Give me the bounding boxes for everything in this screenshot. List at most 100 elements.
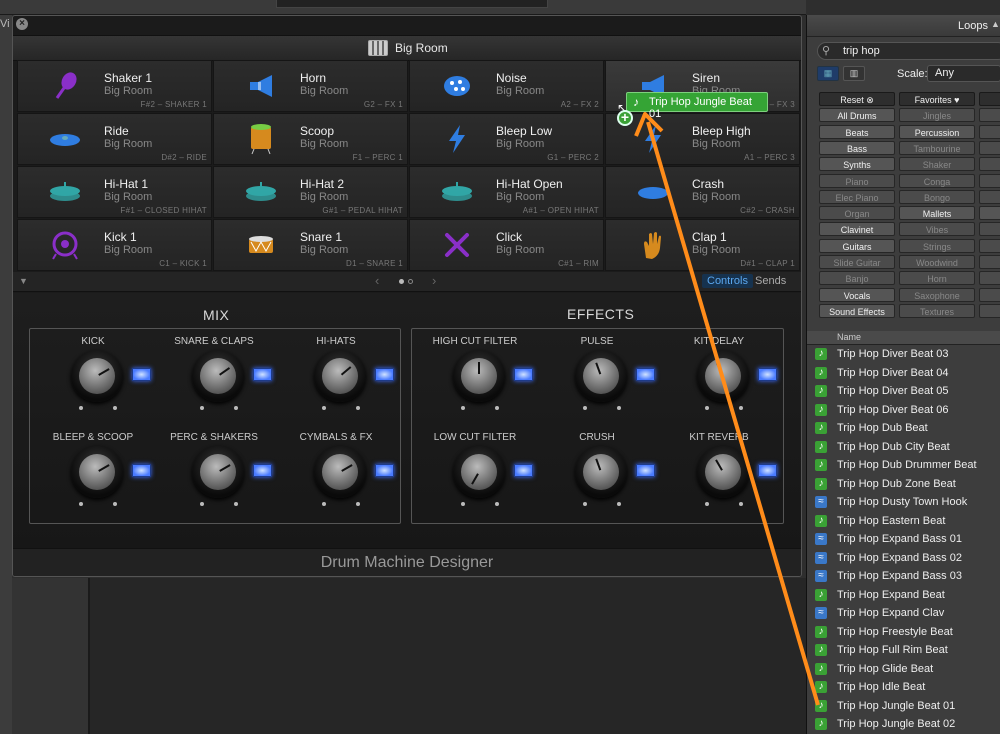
on-off-button[interactable] <box>758 368 777 381</box>
keyword-button[interactable]: Slide Guitar <box>819 255 895 269</box>
on-off-button[interactable] <box>132 464 151 477</box>
knob-body[interactable] <box>453 446 505 498</box>
knob-kick[interactable]: KICK <box>33 336 153 426</box>
loop-list-item[interactable]: ♪ Trip Hop Glide Beat <box>807 660 1000 678</box>
keyword-button[interactable]: Vocals <box>819 287 895 302</box>
keyword-button[interactable] <box>979 157 1000 172</box>
tab-controls[interactable]: Controls <box>702 274 753 288</box>
keyword-button[interactable]: A <box>979 206 1000 221</box>
loop-list-item[interactable]: ♪ Trip Hop Diver Beat 04 <box>807 364 1000 382</box>
loop-list-item[interactable]: ♪ Trip Hop Jungle Beat 01 <box>807 697 1000 715</box>
knob-body[interactable] <box>697 350 749 402</box>
keyword-button[interactable]: Elec Piano <box>819 189 895 204</box>
keyword-button[interactable] <box>979 173 1000 188</box>
keyword-button[interactable]: Re <box>979 92 1000 106</box>
keyword-button[interactable]: Beats <box>819 124 895 139</box>
keyword-button[interactable] <box>979 189 1000 204</box>
drum-pad-crash[interactable]: Crash Big Room C#2 – CRASH <box>605 166 800 218</box>
knob-pulse[interactable]: PULSE <box>537 336 657 426</box>
search-input-value[interactable]: trip hop <box>843 45 880 57</box>
collapse-triangle-icon[interactable]: ▼ <box>19 276 28 286</box>
knob-body[interactable] <box>314 446 366 498</box>
keyword-button[interactable]: Strings <box>899 238 975 253</box>
keyword-button[interactable]: Guitars <box>819 238 895 253</box>
keyword-button[interactable] <box>979 255 1000 269</box>
knob-perc-shakers[interactable]: PERC & SHAKERS <box>154 432 274 522</box>
loop-list-item[interactable]: ♪ Trip Hop Diver Beat 06 <box>807 401 1000 419</box>
drum-pad-kick-1[interactable]: Kick 1 Big Room C1 – KICK 1 <box>17 219 212 271</box>
drum-pad-snare-1[interactable]: Snare 1 Big Room D1 – SNARE 1 <box>213 219 408 271</box>
loop-list-item[interactable]: ♪ Trip Hop Full Rim Beat <box>807 641 1000 659</box>
next-page-arrow-icon[interactable]: › <box>432 273 436 288</box>
previous-page-arrow-icon[interactable]: ‹ <box>375 273 379 288</box>
knob-body[interactable] <box>697 446 749 498</box>
keyword-button[interactable]: Saxophone <box>899 287 975 302</box>
drum-pad-shaker-1[interactable]: Shaker 1 Big Room F#2 – SHAKER 1 <box>17 60 212 112</box>
collapse-icon[interactable]: ▲ <box>991 19 1000 29</box>
drum-pad-hi-hat-2[interactable]: Hi-Hat 2 Big Room G#1 – PEDAL HIHAT <box>213 166 408 218</box>
keyword-button[interactable]: Percussion <box>899 124 975 139</box>
drum-pad-clap-1[interactable]: Clap 1 Big Room D#1 – CLAP 1 <box>605 219 800 271</box>
loop-list-item[interactable]: ≈ Trip Hop Dusty Town Hook <box>807 493 1000 511</box>
keyword-button[interactable]: All Drums <box>819 108 895 123</box>
knob-hi-hats[interactable]: HI-HATS <box>276 336 396 426</box>
knob-body[interactable] <box>575 446 627 498</box>
knob-snare-claps[interactable]: SNARE & CLAPS <box>154 336 274 426</box>
knob-kit-delay[interactable]: KIT DELAY <box>659 336 779 426</box>
keyword-button[interactable]: Jingles <box>899 108 975 123</box>
knob-kit-reverb[interactable]: KIT REVERB <box>659 432 779 522</box>
loop-list-item[interactable]: ♪ Trip Hop Dub Zone Beat <box>807 475 1000 493</box>
drum-pad-noise[interactable]: Noise Big Room A2 – FX 2 <box>409 60 604 112</box>
drum-pad-hi-hat-open[interactable]: Hi-Hat Open Big Room A#1 – OPEN HIHAT <box>409 166 604 218</box>
knob-low-cut-filter[interactable]: LOW CUT FILTER <box>415 432 535 522</box>
drum-pad-ride[interactable]: Ride Big Room D#2 – RIDE <box>17 113 212 165</box>
loop-list-item[interactable]: ≈ Trip Hop Expand Bass 02 <box>807 549 1000 567</box>
knob-bleep-scoop[interactable]: BLEEP & SCOOP <box>33 432 153 522</box>
keyword-button[interactable]: Bass <box>819 140 895 155</box>
keyword-button[interactable]: Bongo <box>899 189 975 204</box>
drum-pad-bleep-high[interactable]: Bleep High Big Room A1 – PERC 3 <box>605 113 800 165</box>
tab-sends[interactable]: Sends <box>755 275 786 287</box>
on-off-button[interactable] <box>636 368 655 381</box>
loop-list-item[interactable]: ♪ Trip Hop Freestyle Beat <box>807 623 1000 641</box>
drum-pad-bleep-low[interactable]: Bleep Low Big Room G1 – PERC 2 <box>409 113 604 165</box>
loop-list-item[interactable]: ♪ Trip Hop Expand Beat <box>807 586 1000 604</box>
knob-body[interactable] <box>575 350 627 402</box>
keyword-button[interactable]: Conga <box>899 173 975 188</box>
keyword-button[interactable]: Tambourine <box>899 140 975 155</box>
loop-list-item[interactable]: ≈ Trip Hop Expand Bass 03 <box>807 567 1000 585</box>
keyword-button[interactable] <box>979 238 1000 253</box>
keyword-button[interactable]: Ex <box>979 140 1000 155</box>
keyword-button[interactable]: Mallets <box>899 206 975 221</box>
keyword-button[interactable] <box>979 108 1000 123</box>
on-off-button[interactable] <box>758 464 777 477</box>
keyword-button[interactable]: Horn <box>899 271 975 286</box>
knob-body[interactable] <box>71 350 123 402</box>
close-window-button[interactable]: × <box>16 18 28 30</box>
loop-list-item[interactable]: ≈ Trip Hop Expand Clav <box>807 604 1000 622</box>
keyword-button[interactable]: Shaker <box>899 157 975 172</box>
page-dot-active[interactable] <box>399 279 404 284</box>
loop-list-item[interactable]: ♪ Trip Hop Dub Beat <box>807 419 1000 437</box>
keyword-button[interactable]: Sound Effects <box>819 303 895 318</box>
on-off-button[interactable] <box>375 464 394 477</box>
column-header-name[interactable]: Name <box>807 331 1000 345</box>
drum-pad-scoop[interactable]: Scoop Big Room F1 – PERC 1 <box>213 113 408 165</box>
on-off-button[interactable] <box>132 368 151 381</box>
keyword-button[interactable] <box>979 222 1000 237</box>
knob-cymbals-fx[interactable]: CYMBALS & FX <box>276 432 396 522</box>
keyword-button[interactable]: Woodwind <box>899 255 975 269</box>
keyword-button[interactable]: Piano <box>819 173 895 188</box>
on-off-button[interactable] <box>375 368 394 381</box>
keyword-button[interactable] <box>979 303 1000 318</box>
keyword-button[interactable]: Reset ⊗ <box>819 92 895 106</box>
knob-body[interactable] <box>314 350 366 402</box>
keyword-button[interactable]: Favorites ♥ <box>899 92 975 106</box>
knob-body[interactable] <box>71 446 123 498</box>
keyword-button[interactable]: Organ <box>819 206 895 221</box>
drum-pad-horn[interactable]: Horn Big Room G2 – FX 1 <box>213 60 408 112</box>
knob-body[interactable] <box>192 446 244 498</box>
loop-list-item[interactable]: ♪ Trip Hop Diver Beat 05 <box>807 382 1000 400</box>
knob-body[interactable] <box>192 350 244 402</box>
loop-list-item[interactable]: ♪ Trip Hop Diver Beat 03 <box>807 345 1000 363</box>
